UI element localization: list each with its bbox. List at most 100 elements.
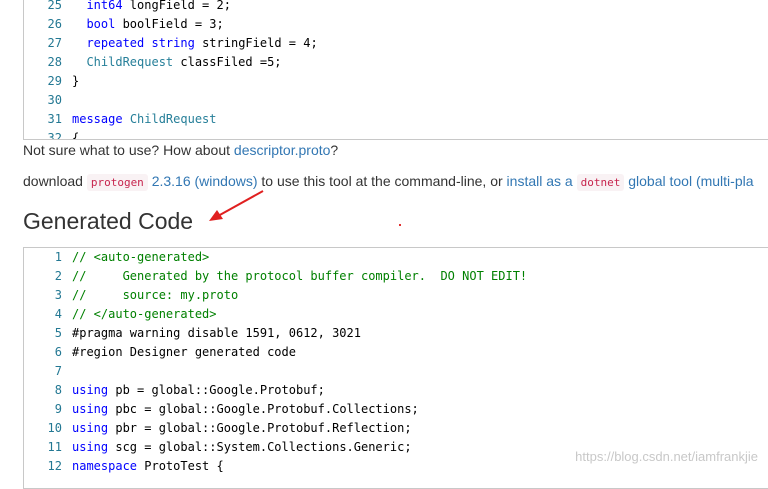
code-token: ProtoTest { bbox=[137, 459, 224, 473]
code-token: #pragma warning disable 1591, 0612, 3021 bbox=[72, 326, 361, 340]
line-number: 8 bbox=[54, 383, 62, 397]
line-number: 3 bbox=[54, 288, 62, 302]
line-number: 27 bbox=[47, 36, 62, 50]
download-instructions: download protogen 2.3.16 (windows) to us… bbox=[23, 173, 754, 191]
code-text: #region Designer generated code bbox=[62, 343, 296, 362]
code-line: 8 using pb = global::Google.Protobuf; bbox=[24, 381, 768, 400]
line-number: 28 bbox=[47, 55, 62, 69]
install-link[interactable]: install as a bbox=[507, 173, 573, 189]
code-line: 9 using pbc = global::Google.Protobuf.Col… bbox=[24, 400, 768, 419]
code-text: // </auto-generated> bbox=[62, 305, 217, 324]
code-token: message bbox=[72, 112, 123, 126]
code-token: } bbox=[72, 74, 80, 88]
code-token: string bbox=[151, 36, 195, 50]
code-token: { bbox=[72, 131, 80, 140]
line-number: 31 bbox=[47, 112, 62, 126]
code-line: 27 repeated string stringField = 4; bbox=[24, 34, 768, 53]
line-number: 1 bbox=[54, 250, 62, 264]
code-line: 32 { bbox=[24, 129, 768, 140]
code-token: stringField = 4; bbox=[194, 36, 318, 50]
watermark: https://blog.csdn.net/iamfrankjie bbox=[575, 449, 758, 464]
download-middle-text: to use this tool at the command-line, or bbox=[257, 173, 507, 189]
line-number: 4 bbox=[54, 307, 62, 321]
red-arrow-icon bbox=[209, 190, 264, 221]
code-line: 6 #region Designer generated code bbox=[24, 343, 768, 362]
code-text: using pb = global::Google.Protobuf; bbox=[62, 381, 325, 400]
code-line: 2 // Generated by the protocol buffer com… bbox=[24, 267, 768, 286]
code-token: bool bbox=[86, 17, 116, 31]
descriptor-proto-link[interactable]: descriptor.proto bbox=[234, 142, 331, 158]
code-text: int64 longField = 2; bbox=[62, 0, 231, 15]
line-number: 9 bbox=[54, 402, 62, 416]
code-line: 30 bbox=[24, 91, 768, 110]
line-number: 10 bbox=[47, 421, 62, 435]
line-number: 26 bbox=[47, 17, 62, 31]
code-text: // <auto-generated> bbox=[62, 248, 209, 267]
code-text: namespace ProtoTest { bbox=[62, 457, 224, 476]
code-token: ChildRequest bbox=[86, 55, 174, 69]
code-text: message ChildRequest bbox=[62, 110, 217, 129]
code-text: // source: my.proto bbox=[62, 286, 238, 305]
descriptor-hint-suffix: ? bbox=[330, 142, 339, 158]
code-line: 4 // </auto-generated> bbox=[24, 305, 768, 324]
dotnet-code: dotnet bbox=[576, 174, 625, 191]
line-number: 30 bbox=[47, 93, 62, 107]
code-token: using bbox=[72, 421, 109, 435]
code-token: using bbox=[72, 402, 109, 416]
code-line: 7 bbox=[24, 362, 768, 381]
code-line: 1 // <auto-generated> bbox=[24, 248, 768, 267]
line-number: 12 bbox=[47, 459, 62, 473]
code-token: using bbox=[72, 383, 109, 397]
code-text: ChildRequest classFiled =5; bbox=[62, 53, 282, 72]
generated-code-heading: Generated Code bbox=[23, 208, 194, 234]
line-number: 7 bbox=[54, 364, 62, 378]
code-token: using bbox=[72, 440, 109, 454]
descriptor-hint: Not sure what to use? How about descript… bbox=[23, 142, 338, 158]
line-number: 5 bbox=[54, 326, 62, 340]
proto-source-editor[interactable]: 25 int64 longField = 2; 26 bool boolField… bbox=[23, 0, 768, 140]
line-number: 6 bbox=[54, 345, 62, 359]
red-dot bbox=[399, 224, 401, 226]
code-text: using pbc = global::Google.Protobuf.Coll… bbox=[62, 400, 419, 419]
code-text: { bbox=[62, 129, 80, 140]
code-token: pbc = global::Google.Protobuf.Collection… bbox=[108, 402, 419, 416]
code-line: 3 // source: my.proto bbox=[24, 286, 768, 305]
code-token: // <auto-generated> bbox=[72, 250, 210, 264]
code-token: classFiled =5; bbox=[173, 55, 282, 69]
code-line: 28 ChildRequest classFiled =5; bbox=[24, 53, 768, 72]
code-line: 31 message ChildRequest bbox=[24, 110, 768, 129]
code-text: repeated string stringField = 4; bbox=[62, 34, 318, 53]
code-line: 25 int64 longField = 2; bbox=[24, 0, 768, 15]
line-number: 32 bbox=[47, 131, 62, 140]
code-token: boolField = 3; bbox=[115, 17, 224, 31]
code-token: namespace bbox=[72, 459, 138, 473]
code-token: int64 bbox=[86, 0, 123, 12]
download-prefix: download bbox=[23, 173, 87, 189]
code-token: pbr = global::Google.Protobuf.Reflection… bbox=[108, 421, 412, 435]
code-token: repeated bbox=[86, 36, 145, 50]
line-number: 11 bbox=[47, 440, 62, 454]
code-line: 29} bbox=[24, 72, 768, 91]
line-number: 25 bbox=[47, 0, 62, 12]
code-token: // source: my.proto bbox=[72, 288, 239, 302]
descriptor-hint-prefix: Not sure what to use? How about bbox=[23, 142, 234, 158]
code-token: #region Designer generated code bbox=[72, 345, 296, 359]
global-tool-link[interactable]: global tool (multi-pla bbox=[628, 173, 753, 189]
protogen-code: protogen bbox=[86, 174, 148, 191]
code-token: pb = global::Google.Protobuf; bbox=[108, 383, 325, 397]
code-text: bool boolField = 3; bbox=[62, 15, 224, 34]
code-text: using scg = global::System.Collections.G… bbox=[62, 438, 412, 457]
code-line: 5 #pragma warning disable 1591, 0612, 302… bbox=[24, 324, 768, 343]
code-text: #pragma warning disable 1591, 0612, 3021 bbox=[62, 324, 361, 343]
code-text: using pbr = global::Google.Protobuf.Refl… bbox=[62, 419, 412, 438]
code-token: // </auto-generated> bbox=[72, 307, 217, 321]
code-token: // Generated by the protocol buffer comp… bbox=[72, 269, 528, 283]
code-line: 26 bool boolField = 3; bbox=[24, 15, 768, 34]
code-token: ChildRequest bbox=[129, 112, 217, 126]
